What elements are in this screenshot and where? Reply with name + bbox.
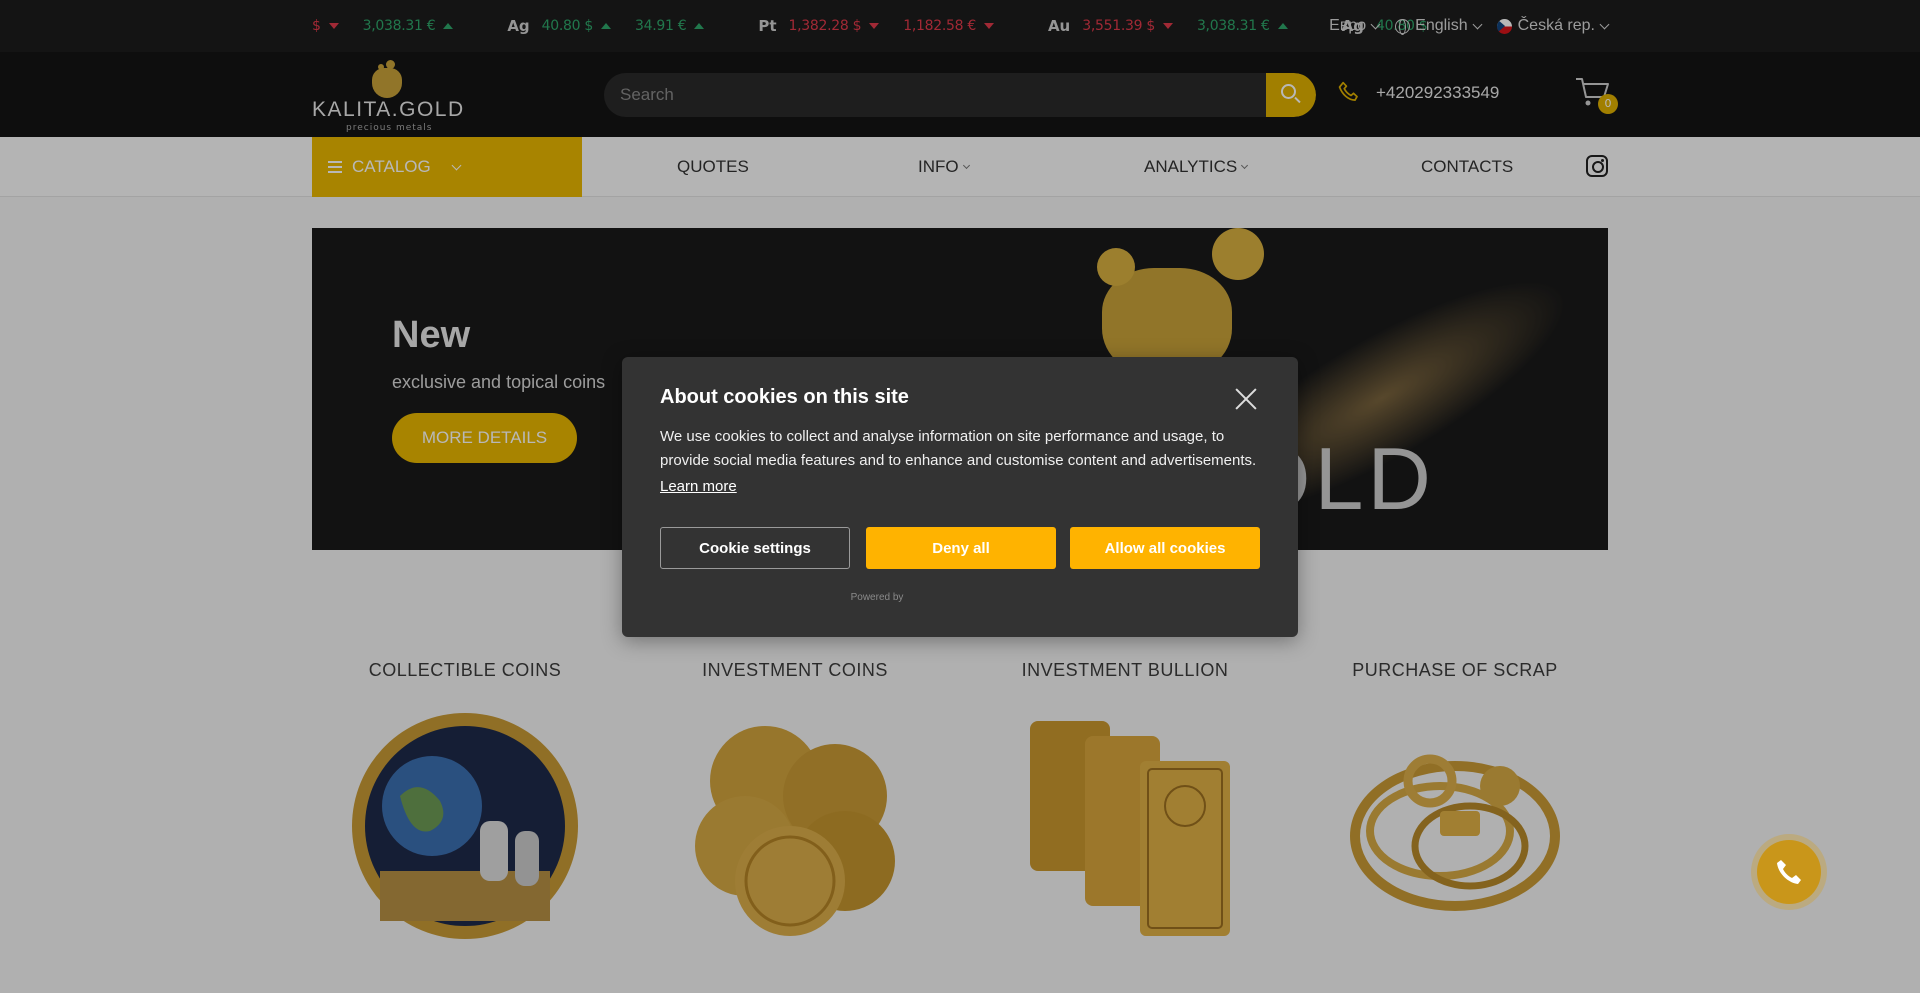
close-icon[interactable] <box>1234 387 1258 411</box>
cookie-settings-button[interactable]: Cookie settings <box>660 527 850 569</box>
cookie-description: We use cookies to collect and analyse in… <box>660 428 1257 469</box>
cookie-dialog: About cookies on this site We use cookie… <box>622 357 1298 637</box>
allow-all-cookies-button[interactable]: Allow all cookies <box>1070 527 1260 569</box>
call-button[interactable] <box>1757 840 1821 904</box>
deny-all-button[interactable]: Deny all <box>866 527 1056 569</box>
phone-icon <box>1777 860 1801 884</box>
cookie-title: About cookies on this site <box>660 386 909 408</box>
powered-by-label: Powered by <box>850 592 904 603</box>
learn-more-link[interactable]: Learn more <box>660 478 737 495</box>
